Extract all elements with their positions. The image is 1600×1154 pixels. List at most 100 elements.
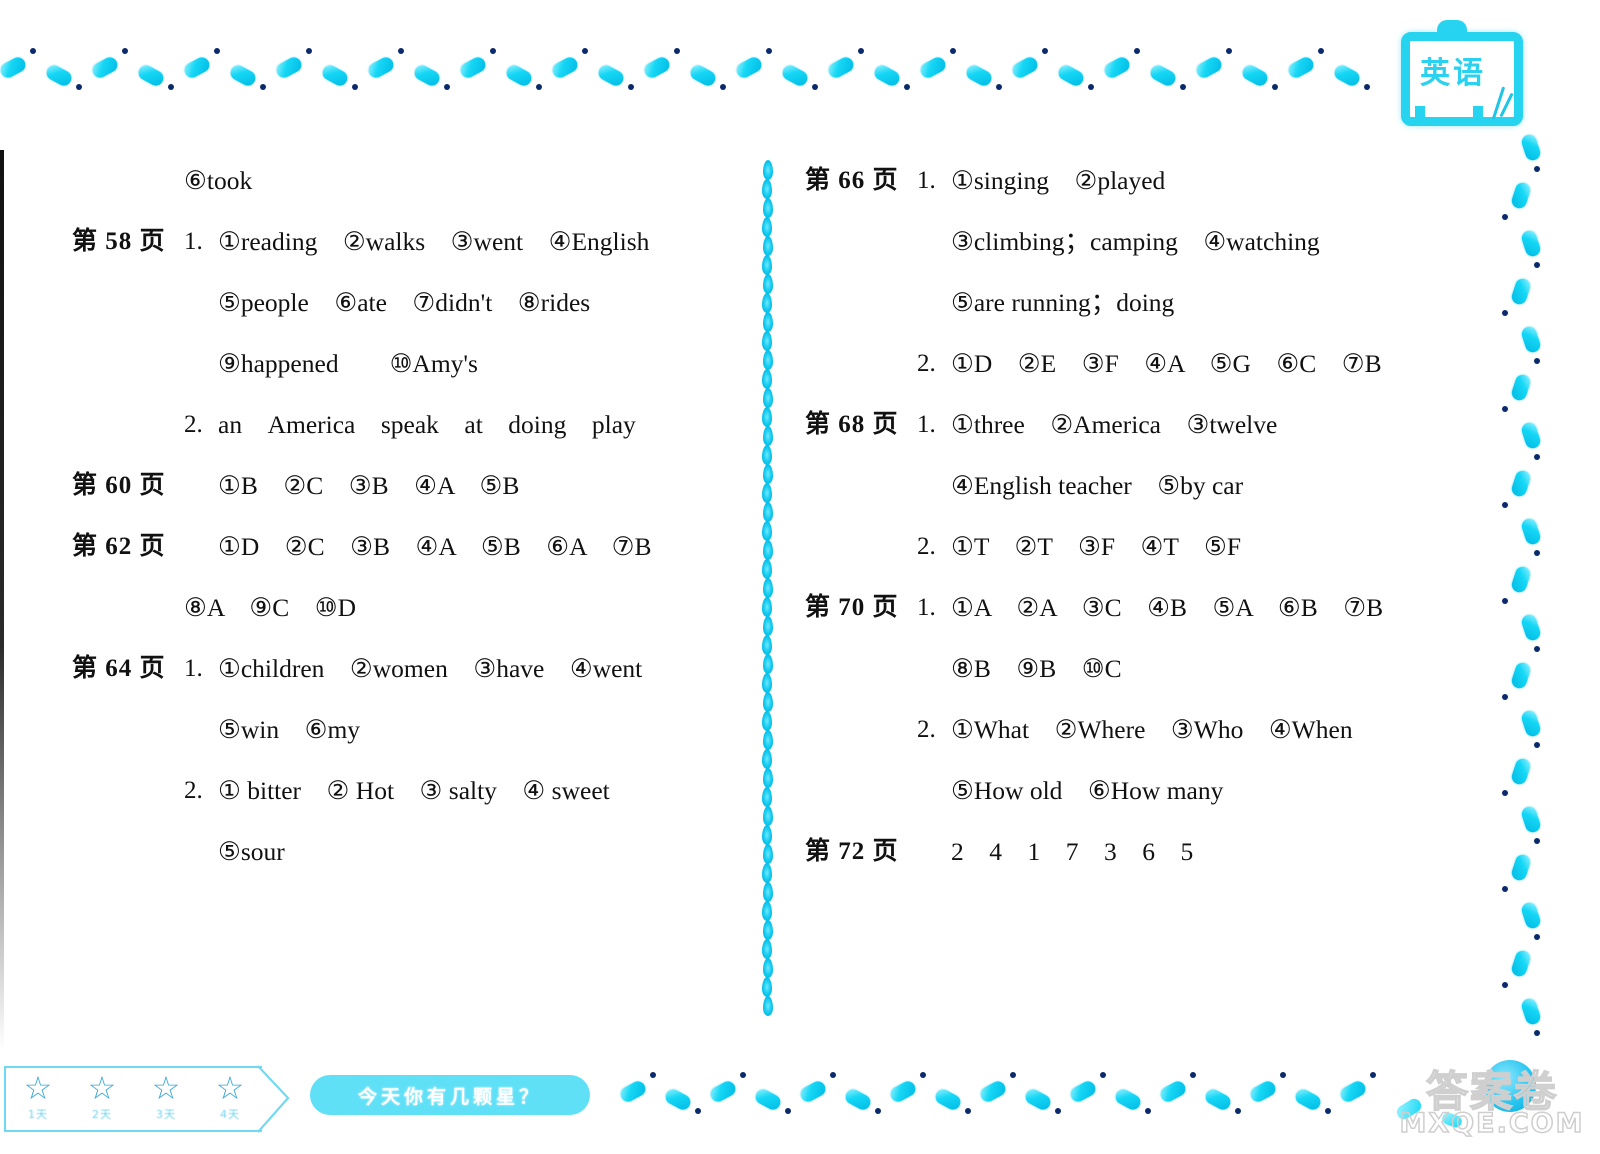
capsule-decoration [1158, 1078, 1188, 1105]
capsule-decoration [412, 62, 442, 89]
capsule-decoration [1509, 372, 1533, 403]
star-cell-1[interactable]: ☆ 1天 [24, 1072, 53, 1122]
answer-text: ④English teacher ⑤by car [951, 471, 1244, 500]
answer-row: 2. ① bitter ② Hot ③ salty ④ sweet [72, 760, 732, 821]
star-icon[interactable]: ☆ [152, 1072, 181, 1104]
dot-decoration [1088, 84, 1094, 90]
capsule-decoration [320, 62, 350, 89]
star-label: 1天 [28, 1108, 48, 1121]
divider-bead [763, 236, 773, 256]
column-divider [762, 160, 773, 1016]
divider-bead [762, 559, 772, 579]
answer-row: ⑧A ⑨C ⑩D [72, 577, 732, 638]
capsule-decoration [1509, 660, 1533, 691]
answer-text: ①What ②Where ③Who ④When [951, 715, 1353, 744]
dot-decoration [1100, 1072, 1106, 1078]
star-label: 3天 [156, 1108, 176, 1121]
capsule-decoration [1509, 852, 1533, 883]
star-icon[interactable]: ☆ [88, 1072, 117, 1104]
capsule-decoration [596, 62, 626, 89]
dot-decoration [352, 84, 358, 90]
divider-bead [762, 977, 772, 997]
answer-text: ⑤win ⑥my [218, 715, 361, 744]
capsule-decoration [1509, 180, 1533, 211]
star-cell-3[interactable]: ☆ 3天 [152, 1072, 181, 1122]
dot-decoration [766, 48, 772, 54]
divider-bead [762, 407, 772, 427]
subject-badge: 英语 [1393, 14, 1523, 126]
capsule-decoration [642, 54, 672, 81]
dot-decoration [1534, 262, 1540, 268]
watermark: 答案卷 MXQE.COM [1392, 1056, 1592, 1148]
answer-text: ①A ②A ③C ④B ⑤A ⑥B ⑦B [951, 593, 1384, 622]
answer-row: 第 68 页 1. ①three ②America ③twelve [805, 394, 1505, 455]
answer-row: 2. an America speak at doing play [72, 394, 732, 455]
capsule-decoration [1519, 900, 1543, 931]
dot-decoration [1364, 84, 1370, 90]
capsule-decoration [1519, 708, 1543, 739]
divider-bead [763, 388, 773, 408]
answer-row: ⑧B ⑨B ⑩C [805, 638, 1505, 699]
dot-decoration [1318, 48, 1324, 54]
ribbon-tip-icon [258, 1065, 290, 1133]
divider-bead [762, 863, 772, 883]
dot-decoration [674, 48, 680, 54]
dot-decoration [536, 84, 542, 90]
question-number: 1. [184, 655, 203, 682]
dot-decoration [1370, 1072, 1376, 1078]
dot-decoration [920, 1072, 926, 1078]
capsule-decoration [1519, 324, 1543, 355]
dot-decoration [785, 1108, 791, 1114]
answer-text: ⑥took [184, 166, 253, 195]
capsule-decoration [618, 1078, 648, 1105]
capsule-decoration [1056, 62, 1086, 89]
capsule-decoration [933, 1086, 963, 1113]
dot-decoration [1226, 48, 1232, 54]
dot-decoration [695, 1108, 701, 1114]
capsule-decoration [688, 62, 718, 89]
divider-bead [763, 844, 773, 864]
capsule-decoration [458, 54, 488, 81]
dot-decoration [1235, 1108, 1241, 1114]
dot-decoration [858, 48, 864, 54]
capsule-decoration [843, 1086, 873, 1113]
capsule-decoration [1240, 62, 1270, 89]
dot-decoration [1134, 48, 1140, 54]
divider-bead [763, 464, 773, 484]
dot-decoration [812, 84, 818, 90]
divider-bead [762, 255, 772, 275]
bottom-border-decoration [618, 1070, 1380, 1120]
answer-row: ⑨happened ⑩Amy's [72, 333, 732, 394]
answer-text: ⑤people ⑥ate ⑦didn't ⑧rides [218, 288, 591, 317]
badge-leg-right [1473, 106, 1483, 126]
answer-row: ⑥took [72, 150, 732, 211]
divider-bead [762, 331, 772, 351]
dot-decoration [996, 84, 1002, 90]
star-icon[interactable]: ☆ [24, 1072, 53, 1104]
page-label: 第 64 页 [72, 655, 166, 682]
badge-subject-label: 英语 [1420, 56, 1486, 91]
star-cell-2[interactable]: ☆ 2天 [88, 1072, 117, 1122]
capsule-decoration [826, 54, 856, 81]
page-label: 第 68 页 [805, 411, 899, 438]
page-label: 第 60 页 [72, 472, 166, 499]
dot-decoration [1272, 84, 1278, 90]
star-rating-ribbon[interactable]: ☆ 1天 ☆ 2天 ☆ 3天 ☆ 4天 [4, 1066, 262, 1132]
dot-decoration [1534, 1030, 1540, 1036]
star-icon[interactable]: ☆ [216, 1072, 245, 1104]
capsule-decoration [1332, 62, 1362, 89]
divider-bead [763, 730, 773, 750]
dot-decoration [650, 1072, 656, 1078]
divider-bead [763, 958, 773, 978]
star-cell-4[interactable]: ☆ 4天 [216, 1072, 245, 1122]
divider-bead [762, 673, 772, 693]
scan-edge [0, 150, 4, 1050]
capsule-decoration [872, 62, 902, 89]
answer-text: ①singing ②played [951, 166, 1166, 195]
divider-bead [762, 901, 772, 921]
badge-leg-left [1415, 106, 1425, 126]
page-label: 第 62 页 [72, 533, 166, 560]
dot-decoration [1145, 1108, 1151, 1114]
dot-decoration [1534, 934, 1540, 940]
answer-text: ⑧A ⑨C ⑩D [184, 593, 357, 622]
